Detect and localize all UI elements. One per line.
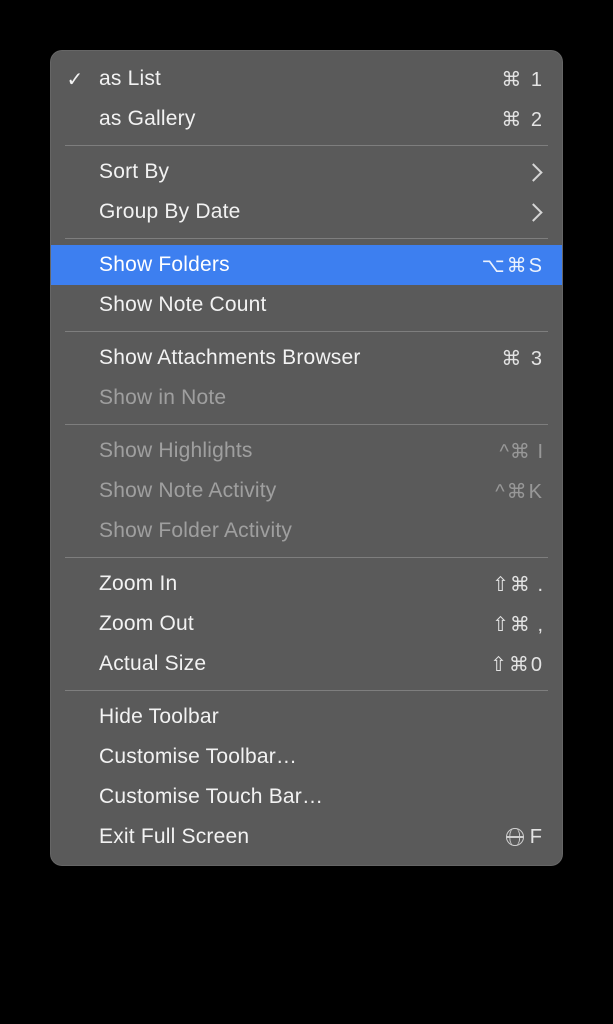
menu-item-actual-size[interactable]: Actual Size⇧⌘0 (51, 644, 562, 684)
menu-item-zoom-in[interactable]: Zoom In⇧⌘ . (51, 564, 562, 604)
menu-separator (65, 424, 548, 425)
menu-item-label: Zoom Out (99, 612, 492, 636)
menu-item-label: Group By Date (99, 200, 527, 224)
menu-item-shortcut: ^⌘K (495, 479, 544, 504)
menu-item-shortcut: ⌘ 3 (501, 346, 544, 371)
menu-item-label: Sort By (99, 160, 527, 184)
menu-item-as-gallery[interactable]: as Gallery⌘ 2 (51, 99, 562, 139)
menu-item-shortcut: ⇧⌘0 (490, 652, 544, 677)
menu-item-label: Show Note Count (99, 293, 544, 317)
menu-item-label: as Gallery (99, 107, 501, 131)
menu-separator (65, 331, 548, 332)
menu-item-label: Show Folders (99, 253, 482, 277)
menu-item-shortcut: ⇧⌘ . (492, 572, 544, 597)
chevron-right-icon (527, 166, 544, 179)
globe-icon (506, 828, 524, 846)
menu-item-label: Show Folder Activity (99, 519, 544, 543)
menu-item-shortcut: ⌘ 1 (501, 67, 544, 92)
menu-item-zoom-out[interactable]: Zoom Out⇧⌘ , (51, 604, 562, 644)
menu-item-shortcut: F (506, 826, 544, 849)
menu-item-shortcut: ⌘ 2 (501, 107, 544, 132)
chevron-right-icon (527, 206, 544, 219)
menu-item-label: Show in Note (99, 386, 544, 410)
menu-item-as-list[interactable]: ✓as List⌘ 1 (51, 59, 562, 99)
menu-item-shortcut: ⌥⌘S (482, 253, 544, 278)
menu-item-label: Zoom In (99, 572, 492, 596)
menu-item-shortcut: ^⌘ I (500, 439, 545, 464)
menu-item-show-folder-activity: Show Folder Activity (51, 511, 562, 551)
menu-item-show-in-note: Show in Note (51, 378, 562, 418)
menu-item-sort-by[interactable]: Sort By (51, 152, 562, 192)
menu-item-customise-toolbar[interactable]: Customise Toolbar… (51, 737, 562, 777)
menu-item-shortcut: ⇧⌘ , (492, 612, 544, 637)
menu-item-label: Exit Full Screen (99, 825, 506, 849)
menu-item-exit-full-screen[interactable]: Exit Full Screen F (51, 817, 562, 857)
menu-item-customise-touch-bar[interactable]: Customise Touch Bar… (51, 777, 562, 817)
menu-separator (65, 557, 548, 558)
menu-item-label: Show Highlights (99, 439, 500, 463)
menu-separator (65, 238, 548, 239)
menu-item-label: as List (99, 67, 501, 91)
menu-item-show-note-activity: Show Note Activity^⌘K (51, 471, 562, 511)
menu-item-hide-toolbar[interactable]: Hide Toolbar (51, 697, 562, 737)
menu-item-group-by-date[interactable]: Group By Date (51, 192, 562, 232)
menu-separator (65, 690, 548, 691)
menu-item-label: Show Note Activity (99, 479, 495, 503)
menu-item-show-note-count[interactable]: Show Note Count (51, 285, 562, 325)
check-icon: ✓ (51, 67, 99, 92)
menu-item-label: Actual Size (99, 652, 490, 676)
shortcut-key: F (530, 826, 544, 849)
context-menu: ✓as List⌘ 1as Gallery⌘ 2Sort ByGroup By … (50, 50, 563, 866)
menu-item-label: Show Attachments Browser (99, 346, 501, 370)
menu-item-show-attachments-browser[interactable]: Show Attachments Browser⌘ 3 (51, 338, 562, 378)
menu-item-show-folders[interactable]: Show Folders⌥⌘S (51, 245, 562, 285)
menu-item-label: Customise Toolbar… (99, 745, 544, 769)
menu-item-label: Hide Toolbar (99, 705, 544, 729)
menu-item-label: Customise Touch Bar… (99, 785, 544, 809)
menu-item-show-highlights: Show Highlights^⌘ I (51, 431, 562, 471)
menu-separator (65, 145, 548, 146)
